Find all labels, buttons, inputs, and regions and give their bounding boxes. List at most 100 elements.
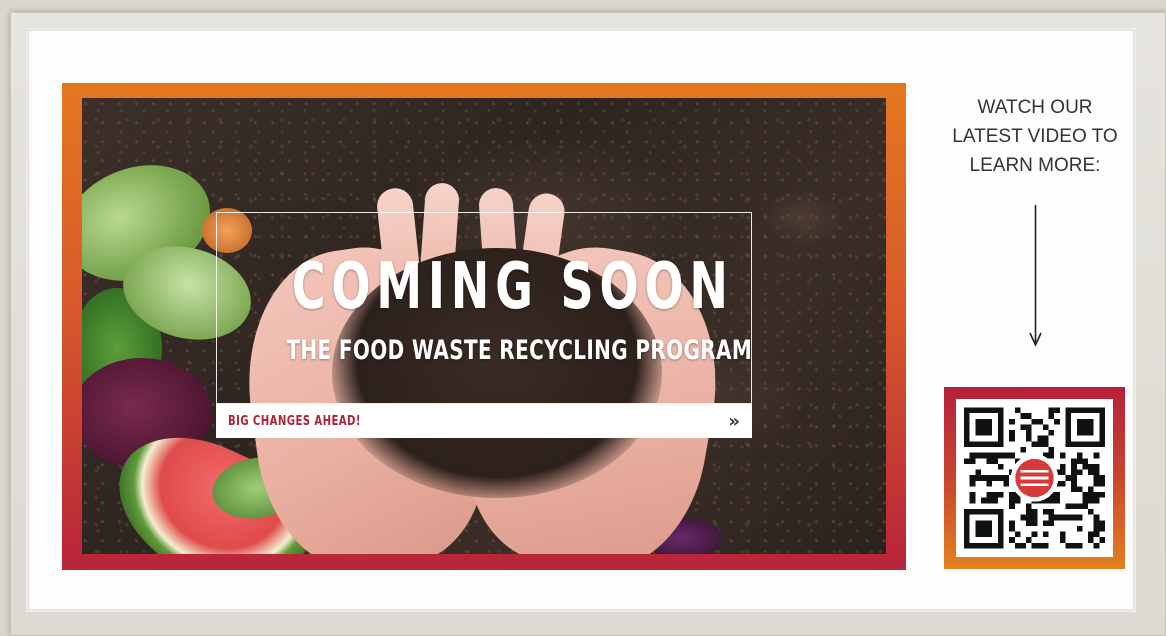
arrow-down-icon xyxy=(1029,205,1042,347)
qr-module xyxy=(1042,424,1049,431)
qr-module xyxy=(1026,430,1032,436)
qr-finder-module xyxy=(975,520,993,538)
qr-code-graphic xyxy=(964,407,1105,549)
qr-module xyxy=(1059,469,1066,476)
qr-module xyxy=(1009,537,1015,543)
qr-module xyxy=(1037,441,1043,447)
qr-module xyxy=(1099,520,1105,526)
qr-module xyxy=(1048,514,1055,521)
qr-module xyxy=(969,452,976,459)
qr-module xyxy=(1014,531,1021,538)
qr-module xyxy=(992,475,998,481)
qr-module xyxy=(1031,418,1038,425)
qr-module xyxy=(1048,413,1055,419)
title-box: COMING SOON THE FOOD WASTE RECYCLING PRO… xyxy=(216,212,752,404)
compost-hands-photo: COMING SOON THE FOOD WASTE RECYCLING PRO… xyxy=(82,98,886,554)
qr-module xyxy=(1099,525,1105,532)
qr-module xyxy=(1071,475,1077,481)
banner-text: BIG CHANGES AHEAD! xyxy=(228,413,361,429)
qr-module xyxy=(1048,446,1055,453)
qr-module xyxy=(1071,486,1077,493)
qr-module xyxy=(1082,463,1089,470)
qr-module xyxy=(1093,480,1100,487)
qr-module xyxy=(1003,475,1010,481)
qr-module xyxy=(997,463,1004,470)
qr-module xyxy=(1048,407,1055,414)
qr-module xyxy=(1037,435,1043,442)
qr-module xyxy=(1020,446,1027,453)
qr-module xyxy=(1009,492,1015,498)
qr-module xyxy=(1065,475,1072,481)
qr-module xyxy=(1048,520,1055,526)
qr-module xyxy=(1071,503,1077,510)
qr-module xyxy=(1009,520,1015,526)
qr-module xyxy=(992,492,998,498)
qr-module xyxy=(1093,514,1100,521)
qr-module xyxy=(1093,463,1100,470)
qr-module xyxy=(969,458,976,464)
qr-module xyxy=(964,458,970,464)
qr-module xyxy=(1071,458,1077,464)
qr-module xyxy=(1088,531,1094,538)
qr-module xyxy=(1082,458,1089,464)
qr-module xyxy=(1093,525,1100,532)
qr-module xyxy=(1082,503,1089,510)
qr-module xyxy=(1026,509,1032,515)
qr-module xyxy=(969,492,976,498)
double-chevron-right-icon: » xyxy=(728,410,740,432)
qr-module xyxy=(992,497,998,504)
qr-module xyxy=(1009,430,1015,436)
qr-module xyxy=(986,452,993,459)
qr-module xyxy=(980,475,987,481)
qr-module xyxy=(1054,514,1060,521)
qr-module xyxy=(1088,463,1094,470)
qr-module xyxy=(1042,441,1049,447)
coming-soon-poster: COMING SOON THE FOOD WASTE RECYCLING PRO… xyxy=(62,83,906,570)
qr-module xyxy=(1059,514,1066,521)
poster-title: COMING SOON xyxy=(291,250,734,324)
qr-module xyxy=(1099,537,1105,543)
qr-module xyxy=(1037,542,1043,549)
qr-module xyxy=(975,469,981,476)
qr-module xyxy=(992,452,998,459)
qr-module xyxy=(997,492,1004,498)
qr-module xyxy=(1099,492,1105,498)
qr-module xyxy=(1026,424,1032,431)
qr-module xyxy=(986,480,993,487)
banner-bar: BIG CHANGES AHEAD! » xyxy=(216,404,752,438)
qr-module xyxy=(1037,418,1043,425)
qr-module xyxy=(1088,469,1094,476)
qr-module xyxy=(1076,469,1083,476)
qr-module xyxy=(1031,514,1038,521)
qr-module xyxy=(1059,463,1066,470)
qr-code-icon[interactable] xyxy=(956,399,1113,557)
qr-module xyxy=(1093,542,1100,549)
qr-module xyxy=(1009,497,1015,504)
qr-module xyxy=(1093,497,1100,504)
qr-module xyxy=(1042,531,1049,538)
qr-module xyxy=(1003,452,1010,459)
qr-module xyxy=(1093,531,1100,538)
qr-module xyxy=(1059,480,1066,487)
qr-module xyxy=(975,475,981,481)
qr-module xyxy=(1009,452,1015,459)
qr-module xyxy=(969,475,976,481)
qr-module xyxy=(1088,492,1094,498)
qr-finder-module xyxy=(975,418,993,436)
qr-module xyxy=(1093,452,1100,459)
qr-module xyxy=(1026,413,1032,419)
qr-module xyxy=(997,452,1004,459)
qr-module xyxy=(986,475,993,481)
qr-module xyxy=(975,452,981,459)
qr-module xyxy=(1065,514,1072,521)
qr-module xyxy=(1026,435,1032,442)
qr-module xyxy=(980,452,987,459)
qr-module xyxy=(1093,520,1100,526)
qr-module xyxy=(1093,469,1100,476)
qr-module xyxy=(1071,514,1077,521)
qr-module xyxy=(1065,503,1072,510)
qr-module xyxy=(1054,492,1060,498)
qr-module xyxy=(992,458,998,464)
qr-module xyxy=(1054,497,1060,504)
qr-module xyxy=(986,458,993,464)
